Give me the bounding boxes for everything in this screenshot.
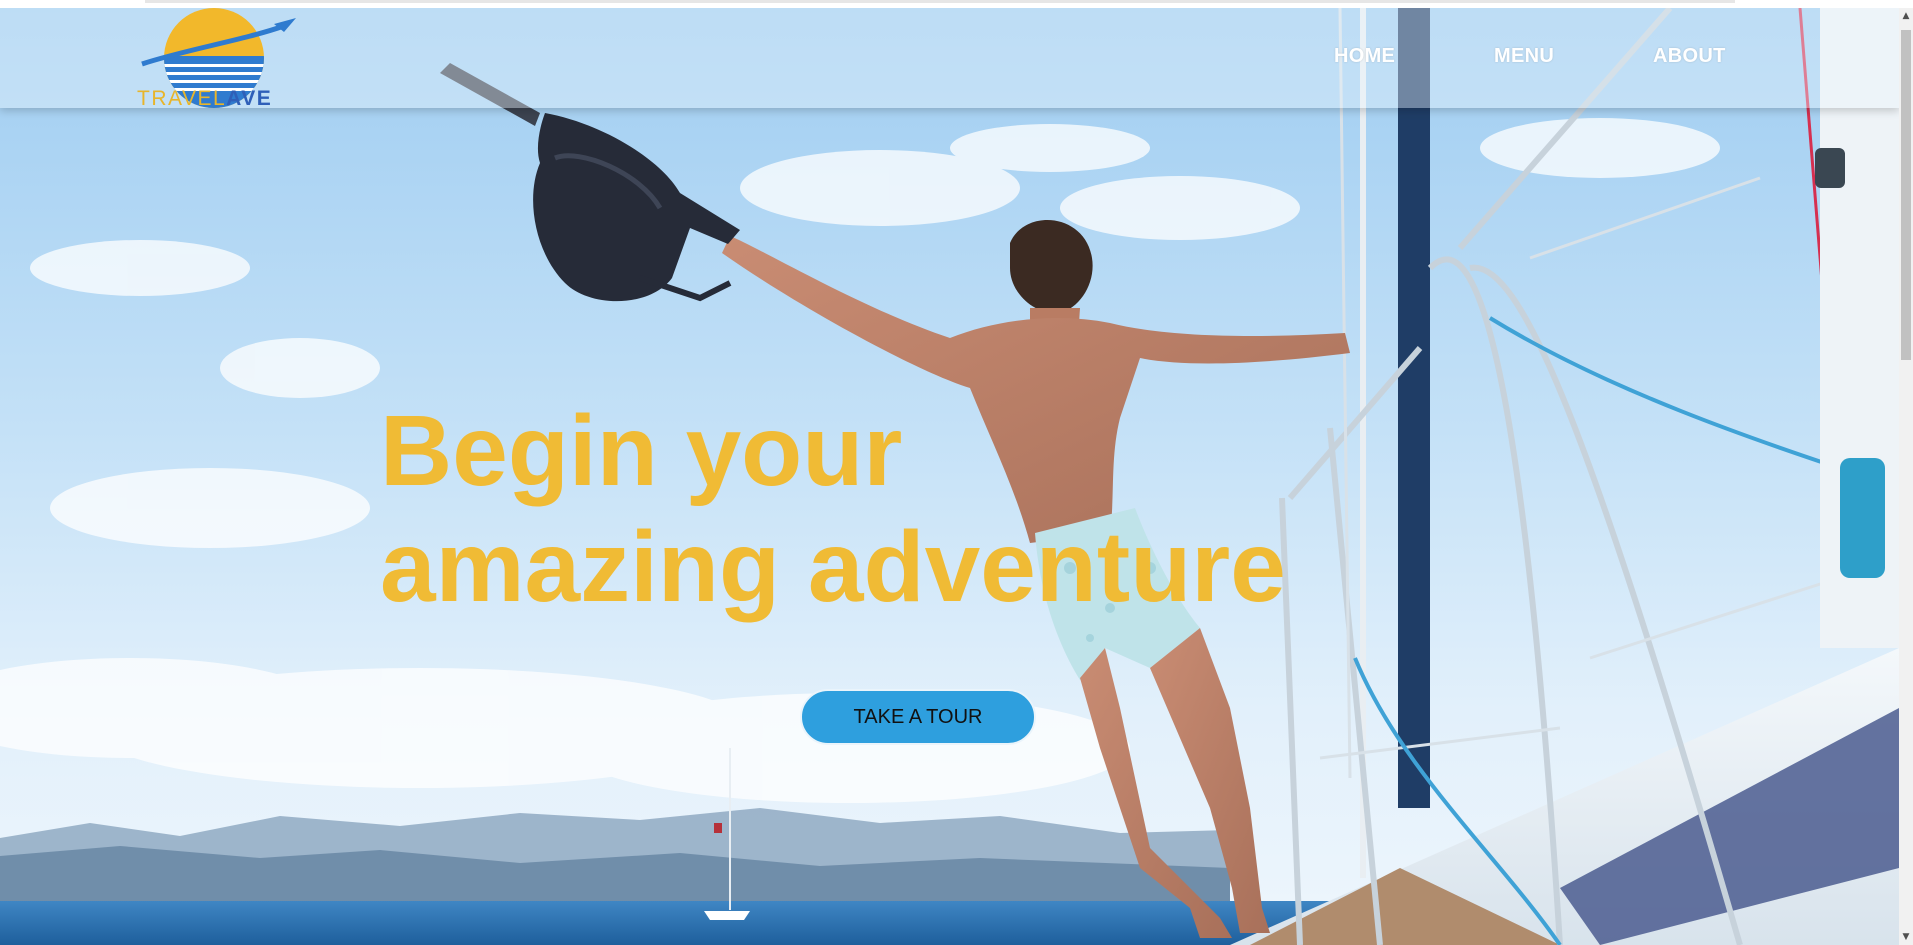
page-viewport: TRAVELAVE HOME MENU ABOUT Begin your ama…	[0, 8, 1899, 945]
nav-link-home[interactable]: HOME	[1334, 45, 1395, 68]
top-strip-bar	[145, 0, 1735, 3]
scroll-up-arrow-icon[interactable]: ▲	[1899, 8, 1913, 24]
hero-headline-line2: amazing adventure	[380, 511, 1286, 623]
logo-word-ave: AVE	[226, 87, 273, 110]
scroll-down-arrow-icon[interactable]: ▼	[1899, 929, 1913, 945]
take-a-tour-button[interactable]: TAKE A TOUR	[800, 689, 1036, 745]
logo-wordmark[interactable]: TRAVELAVE	[137, 87, 272, 111]
hero-headline-line1: Begin your	[380, 395, 903, 507]
page-scrollbar[interactable]: ▲ ▼	[1899, 8, 1913, 945]
browser-top-strip	[0, 0, 1913, 8]
logo-word-travel: TRAVEL	[137, 87, 227, 110]
nav-link-about[interactable]: ABOUT	[1653, 45, 1726, 68]
top-navigation-bar: TRAVELAVE HOME MENU ABOUT	[0, 8, 1899, 111]
hero-headline: Begin your amazing adventure	[380, 393, 1286, 625]
nav-link-menu[interactable]: MENU	[1494, 45, 1554, 68]
scrollbar-thumb[interactable]	[1901, 30, 1911, 360]
